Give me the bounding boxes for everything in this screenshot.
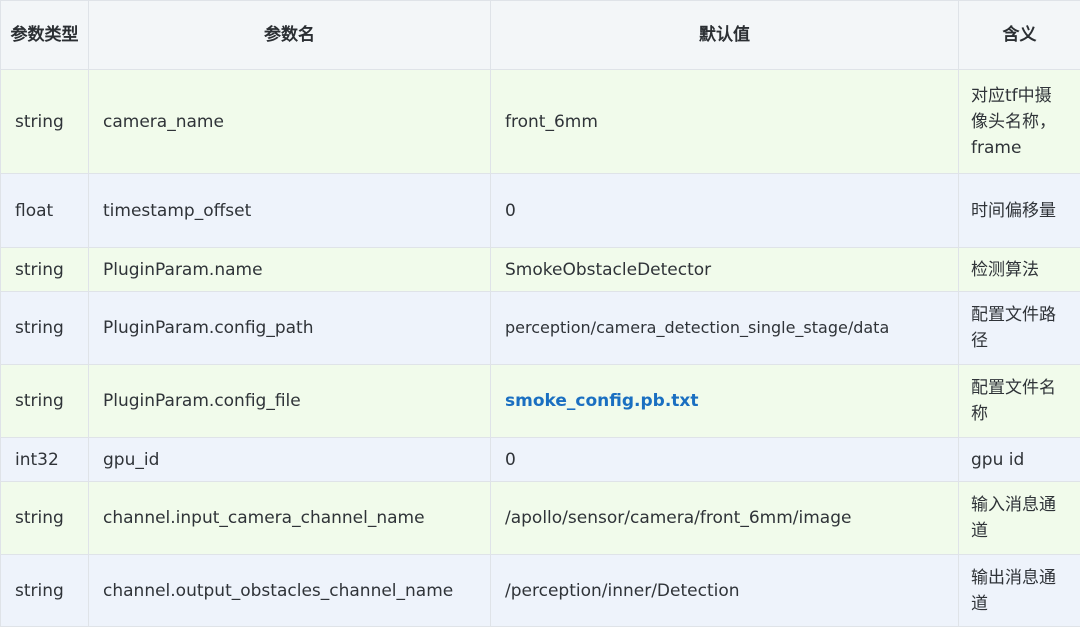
table-row: string camera_name front_6mm 对应tf中摄像头名称，… (1, 70, 1080, 174)
cell-default: /apollo/sensor/camera/front_6mm/image (491, 482, 959, 555)
cell-meaning: 输出消息通道 (959, 555, 1080, 627)
cell-default: 0 (491, 438, 959, 482)
cell-name: PluginParam.name (89, 248, 491, 292)
header-meaning: 含义 (959, 1, 1080, 70)
cell-default: front_6mm (491, 70, 959, 174)
cell-type: string (1, 365, 89, 438)
cell-name: camera_name (89, 70, 491, 174)
cell-name: gpu_id (89, 438, 491, 482)
cell-type: string (1, 555, 89, 627)
cell-default: 0 (491, 174, 959, 248)
cell-type: string (1, 482, 89, 555)
cell-default: SmokeObstacleDetector (491, 248, 959, 292)
cell-meaning: gpu id (959, 438, 1080, 482)
cell-name: channel.input_camera_channel_name (89, 482, 491, 555)
table-row: string channel.input_camera_channel_name… (1, 482, 1080, 555)
cell-meaning: 配置文件路径 (959, 292, 1080, 365)
cell-meaning: 配置文件名称 (959, 365, 1080, 438)
header-param-name: 参数名 (89, 1, 491, 70)
cell-name: channel.output_obstacles_channel_name (89, 555, 491, 627)
cell-name: timestamp_offset (89, 174, 491, 248)
header-default-value: 默认值 (491, 1, 959, 70)
table-row: string channel.output_obstacles_channel_… (1, 555, 1080, 627)
table-row: string PluginParam.config_path perceptio… (1, 292, 1080, 365)
cell-default: /perception/inner/Detection (491, 555, 959, 627)
cell-type: string (1, 292, 89, 365)
table-row: string PluginParam.name SmokeObstacleDet… (1, 248, 1080, 292)
cell-meaning: 时间偏移量 (959, 174, 1080, 248)
table-row: int32 gpu_id 0 gpu id (1, 438, 1080, 482)
table-row: string PluginParam.config_file smoke_con… (1, 365, 1080, 438)
header-param-type: 参数类型 (1, 1, 89, 70)
cell-type: int32 (1, 438, 89, 482)
cell-meaning: 对应tf中摄像头名称，frame (959, 70, 1080, 174)
cell-meaning: 检测算法 (959, 248, 1080, 292)
parameter-table: 参数类型 参数名 默认值 含义 string camera_name front… (0, 0, 1080, 627)
cell-type: float (1, 174, 89, 248)
config-file-link[interactable]: smoke_config.pb.txt (491, 365, 959, 438)
cell-name: PluginParam.config_path (89, 292, 491, 365)
cell-name: PluginParam.config_file (89, 365, 491, 438)
table-header-row: 参数类型 参数名 默认值 含义 (1, 1, 1080, 70)
cell-type: string (1, 248, 89, 292)
table-row: float timestamp_offset 0 时间偏移量 (1, 174, 1080, 248)
cell-type: string (1, 70, 89, 174)
cell-default: perception/camera_detection_single_stage… (491, 292, 959, 365)
cell-meaning: 输入消息通道 (959, 482, 1080, 555)
